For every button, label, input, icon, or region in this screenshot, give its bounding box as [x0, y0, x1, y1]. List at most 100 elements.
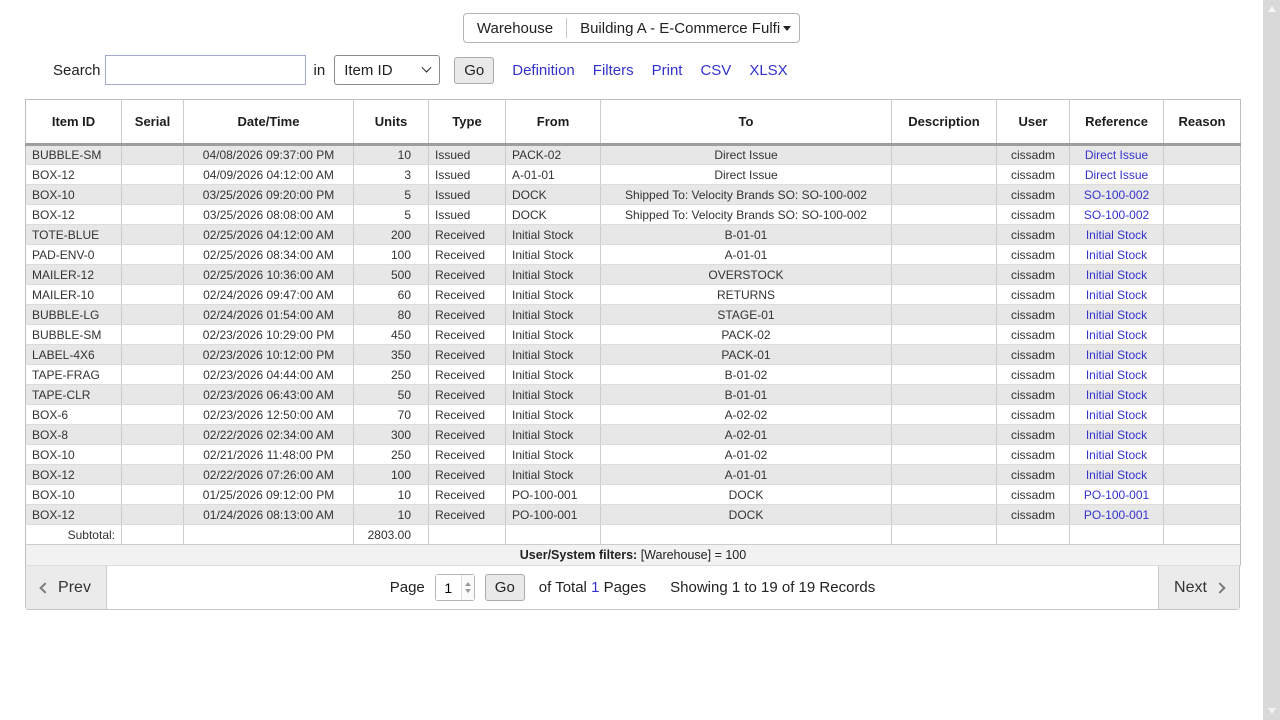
reference-link[interactable]: Initial Stock [1086, 368, 1147, 382]
next-button[interactable]: Next [1158, 566, 1239, 609]
reference-link[interactable]: Direct Issue [1085, 168, 1148, 182]
prev-button[interactable]: Prev [26, 566, 107, 609]
reference-link[interactable]: PO-100-001 [1084, 488, 1149, 502]
cell-to: A-02-01 [601, 425, 892, 445]
scroll-up-icon[interactable] [1268, 6, 1276, 12]
cell-item-id: TOTE-BLUE [26, 225, 122, 245]
page-label: Page [390, 579, 425, 596]
cell-serial [122, 505, 184, 525]
reference-link[interactable]: Initial Stock [1086, 428, 1147, 442]
cell-serial [122, 305, 184, 325]
table-row: BOX-1001/25/2026 09:12:00 PM10ReceivedPO… [26, 485, 1241, 505]
column-header-reference: Reference [1070, 100, 1164, 145]
pages-suffix: Pages [604, 579, 647, 596]
vertical-scrollbar[interactable] [1263, 0, 1280, 720]
cell-from: A-01-01 [506, 165, 601, 185]
table-row: BUBBLE-SM04/08/2026 09:37:00 PM10IssuedP… [26, 145, 1241, 165]
xlsx-link[interactable]: XLSX [749, 62, 787, 79]
reference-link[interactable]: Initial Stock [1086, 328, 1147, 342]
reference-link[interactable]: Initial Stock [1086, 228, 1147, 242]
cell-to: Shipped To: Velocity Brands SO: SO-100-0… [601, 205, 892, 225]
table-row: BOX-602/23/2026 12:50:00 AM70ReceivedIni… [26, 405, 1241, 425]
print-link[interactable]: Print [652, 62, 683, 79]
cell-user: cissadm [997, 285, 1070, 305]
cell-description [892, 205, 997, 225]
cell-units: 250 [354, 365, 429, 385]
reference-link[interactable]: Initial Stock [1086, 468, 1147, 482]
cell-serial [122, 425, 184, 445]
cell-type: Received [429, 445, 506, 465]
cell-user: cissadm [997, 405, 1070, 425]
warehouse-selector[interactable]: Warehouse Building A - E-Commerce Fulfil… [463, 13, 800, 43]
cell-description [892, 425, 997, 445]
cell-serial [122, 325, 184, 345]
top-toolbar: Warehouse Building A - E-Commerce Fulfil… [0, 13, 1263, 43]
cell-user: cissadm [997, 505, 1070, 525]
cell-type: Received [429, 385, 506, 405]
cell-description [892, 505, 997, 525]
cell-from: PO-100-001 [506, 485, 601, 505]
cell-to: B-01-01 [601, 385, 892, 405]
cell-type: Issued [429, 145, 506, 165]
table-header-row: Item ID Serial Date/Time Units Type From… [26, 100, 1241, 145]
cell-reason [1164, 225, 1241, 245]
chevron-right-icon [1214, 582, 1225, 593]
cell-datetime: 02/21/2026 11:48:00 PM [184, 445, 354, 465]
reference-link[interactable]: SO-100-002 [1084, 208, 1149, 222]
cell-units: 300 [354, 425, 429, 445]
page-number-input[interactable] [436, 575, 461, 600]
search-field-select[interactable]: Item ID [334, 55, 440, 85]
subtotal-label: Subtotal: [26, 525, 122, 545]
cell-type: Received [429, 405, 506, 425]
cell-item-id: BOX-10 [26, 485, 122, 505]
reference-link[interactable]: Initial Stock [1086, 388, 1147, 402]
table-row: BOX-1003/25/2026 09:20:00 PM5IssuedDOCKS… [26, 185, 1241, 205]
filters-link[interactable]: Filters [593, 62, 634, 79]
cell-item-id: BOX-12 [26, 505, 122, 525]
cell-reference: Initial Stock [1070, 265, 1164, 285]
table-row: TAPE-FRAG02/23/2026 04:44:00 AM250Receiv… [26, 365, 1241, 385]
cell-type: Received [429, 265, 506, 285]
cell-user: cissadm [997, 385, 1070, 405]
cell-item-id: BUBBLE-LG [26, 305, 122, 325]
cell-from: Initial Stock [506, 245, 601, 265]
reference-link[interactable]: PO-100-001 [1084, 508, 1149, 522]
page-go-button[interactable]: Go [485, 574, 525, 601]
cell-reason [1164, 405, 1241, 425]
reference-link[interactable]: Initial Stock [1086, 448, 1147, 462]
page-number-stepper [435, 574, 475, 601]
cell-type: Issued [429, 185, 506, 205]
cell-from: PO-100-001 [506, 505, 601, 525]
in-label: in [314, 62, 326, 79]
csv-link[interactable]: CSV [700, 62, 731, 79]
definition-link[interactable]: Definition [512, 62, 575, 79]
reference-link[interactable]: Direct Issue [1085, 148, 1148, 162]
spinner-down-icon[interactable] [465, 589, 471, 593]
cell-serial [122, 285, 184, 305]
prev-label: Prev [58, 579, 91, 597]
reference-link[interactable]: Initial Stock [1086, 268, 1147, 282]
search-input[interactable] [105, 55, 306, 85]
cell-datetime: 02/24/2026 01:54:00 AM [184, 305, 354, 325]
reference-link[interactable]: SO-100-002 [1084, 188, 1149, 202]
cell-reason [1164, 185, 1241, 205]
cell-from: Initial Stock [506, 365, 601, 385]
cell-reference: Direct Issue [1070, 145, 1164, 165]
cell-item-id: PAD-ENV-0 [26, 245, 122, 265]
scroll-down-icon[interactable] [1268, 708, 1276, 714]
search-go-button[interactable]: Go [454, 57, 494, 84]
cell-from: Initial Stock [506, 325, 601, 345]
reference-link[interactable]: Initial Stock [1086, 408, 1147, 422]
cell-datetime: 02/25/2026 08:34:00 AM [184, 245, 354, 265]
reference-link[interactable]: Initial Stock [1086, 348, 1147, 362]
reference-link[interactable]: Initial Stock [1086, 288, 1147, 302]
cell-to: STAGE-01 [601, 305, 892, 325]
reference-link[interactable]: Initial Stock [1086, 308, 1147, 322]
spinner-up-icon[interactable] [465, 582, 471, 586]
filters-row: User/System filters: [Warehouse] = 100 [26, 545, 1241, 566]
warehouse-value: Building A - E-Commerce Fulfill [580, 20, 781, 37]
cell-serial [122, 245, 184, 265]
reference-link[interactable]: Initial Stock [1086, 248, 1147, 262]
column-header-type: Type [429, 100, 506, 145]
cell-type: Received [429, 465, 506, 485]
